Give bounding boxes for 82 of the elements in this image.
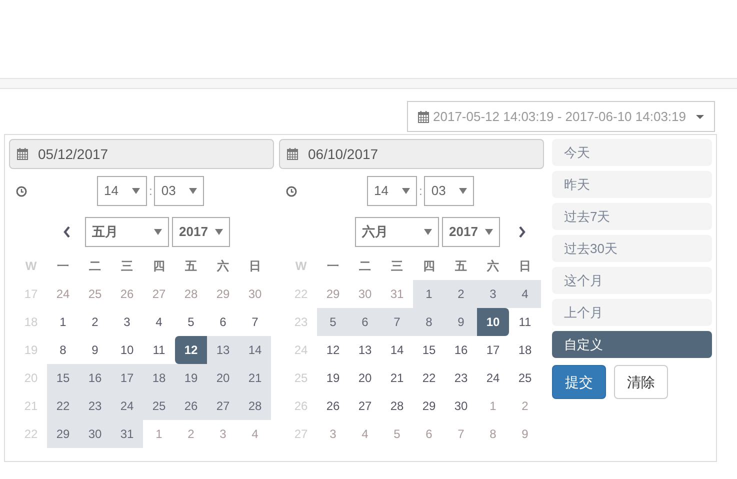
calendar-day[interactable]: 30 xyxy=(79,420,111,448)
weekday-header: 一 xyxy=(326,258,340,275)
minute-select[interactable]: 03 xyxy=(424,176,474,206)
calendar-day[interactable]: 4 xyxy=(509,280,541,308)
minute-select[interactable]: 03 xyxy=(154,176,204,206)
time-separator: : xyxy=(149,183,152,200)
calendar-day[interactable]: 7 xyxy=(381,308,413,336)
calendar-day[interactable]: 5 xyxy=(317,308,349,336)
hour-select[interactable]: 14 xyxy=(367,176,417,206)
calendar-day[interactable]: 27 xyxy=(207,392,239,420)
calendar-day[interactable]: 17 xyxy=(111,364,143,392)
calendar-day[interactable]: 18 xyxy=(143,364,175,392)
calendar-icon xyxy=(418,110,430,122)
weekday-header: 三 xyxy=(390,258,404,275)
calendar-day[interactable]: 1 xyxy=(413,280,445,308)
calendar-day[interactable]: 22 xyxy=(47,392,79,420)
weekday-header: 四 xyxy=(422,258,436,275)
calendar-day[interactable]: 15 xyxy=(47,364,79,392)
range-option[interactable]: 昨天 xyxy=(552,171,712,198)
weekday-header: 二 xyxy=(88,258,102,275)
caret-icon xyxy=(189,188,198,194)
clock-icon xyxy=(16,186,27,196)
caret-icon xyxy=(402,188,410,194)
calendar-day[interactable]: 28 xyxy=(239,392,271,420)
calendar-day[interactable]: 21 xyxy=(239,364,271,392)
calendar-day[interactable]: 13 xyxy=(207,336,239,364)
caret-icon xyxy=(485,229,493,235)
calendar-day[interactable]: 24 xyxy=(111,392,143,420)
time-separator: : xyxy=(419,183,422,200)
calendar-day[interactable]: 9 xyxy=(445,308,477,336)
calendar-day[interactable]: 14 xyxy=(239,336,271,364)
date-range-button[interactable]: 2017-05-12 14:03:19 - 2017-06-10 14:03:19 xyxy=(407,101,715,132)
calendar-day[interactable]: 19 xyxy=(175,364,207,392)
calendar-day[interactable]: 25 xyxy=(143,392,175,420)
weekday-header: 日 xyxy=(518,258,532,275)
calendar-day[interactable]: 6 xyxy=(349,308,381,336)
year-select[interactable]: 2017 xyxy=(442,217,500,247)
calendar-day[interactable]: 26 xyxy=(175,392,207,420)
calendar-day[interactable]: 23 xyxy=(79,392,111,420)
caret-icon xyxy=(154,229,162,235)
weekday-header: 五 xyxy=(454,258,468,275)
calendar-day[interactable]: 31 xyxy=(111,420,143,448)
weekday-header: 四 xyxy=(152,258,166,275)
weekday-header: 三 xyxy=(120,258,134,275)
calendar-day[interactable]: 16 xyxy=(79,364,111,392)
calendar-day[interactable]: 10 xyxy=(477,308,509,336)
chevron-right-icon[interactable] xyxy=(518,226,526,238)
clear-button[interactable]: 清除 xyxy=(614,365,668,399)
month-select[interactable]: 六月 xyxy=(355,217,439,247)
calendar-day[interactable]: 3 xyxy=(477,280,509,308)
range-option[interactable]: 过去30天 xyxy=(552,235,712,262)
weekday-header: 日 xyxy=(248,258,262,275)
caret-icon xyxy=(215,229,223,235)
weekday-header: 六 xyxy=(486,258,500,275)
year-select[interactable]: 2017 xyxy=(172,217,230,247)
range-option[interactable]: 自定义 xyxy=(552,331,712,358)
caret-icon xyxy=(696,114,704,118)
range-option[interactable]: 过去7天 xyxy=(552,203,712,230)
caret-icon xyxy=(132,188,140,194)
chevron-left-icon[interactable] xyxy=(63,226,71,238)
caret-icon xyxy=(424,229,432,235)
weekday-header: 二 xyxy=(358,258,372,275)
calendar-day[interactable]: 20 xyxy=(207,364,239,392)
calendar-day[interactable]: 2 xyxy=(445,280,477,308)
month-select[interactable]: 五月 xyxy=(85,217,169,247)
range-option[interactable]: 这个月 xyxy=(552,267,712,294)
range-option[interactable]: 上个月 xyxy=(552,299,712,326)
hour-select[interactable]: 14 xyxy=(97,176,147,206)
calendar-day[interactable]: 8 xyxy=(413,308,445,336)
weekday-header: 六 xyxy=(216,258,230,275)
clock-icon xyxy=(286,186,297,196)
caret-icon xyxy=(459,188,468,194)
range-option[interactable]: 今天 xyxy=(552,139,712,166)
calendar-icon xyxy=(17,148,28,160)
submit-button[interactable]: 提交 xyxy=(552,365,606,399)
calendar-icon xyxy=(287,148,298,160)
calendar-day[interactable]: 29 xyxy=(47,420,79,448)
weekday-header: 一 xyxy=(56,258,70,275)
date-input[interactable]: 05/12/2017 xyxy=(9,139,274,169)
weekday-header: 五 xyxy=(184,258,198,275)
date-input[interactable]: 06/10/2017 xyxy=(279,139,544,169)
calendar-day[interactable]: 12 xyxy=(175,336,207,364)
